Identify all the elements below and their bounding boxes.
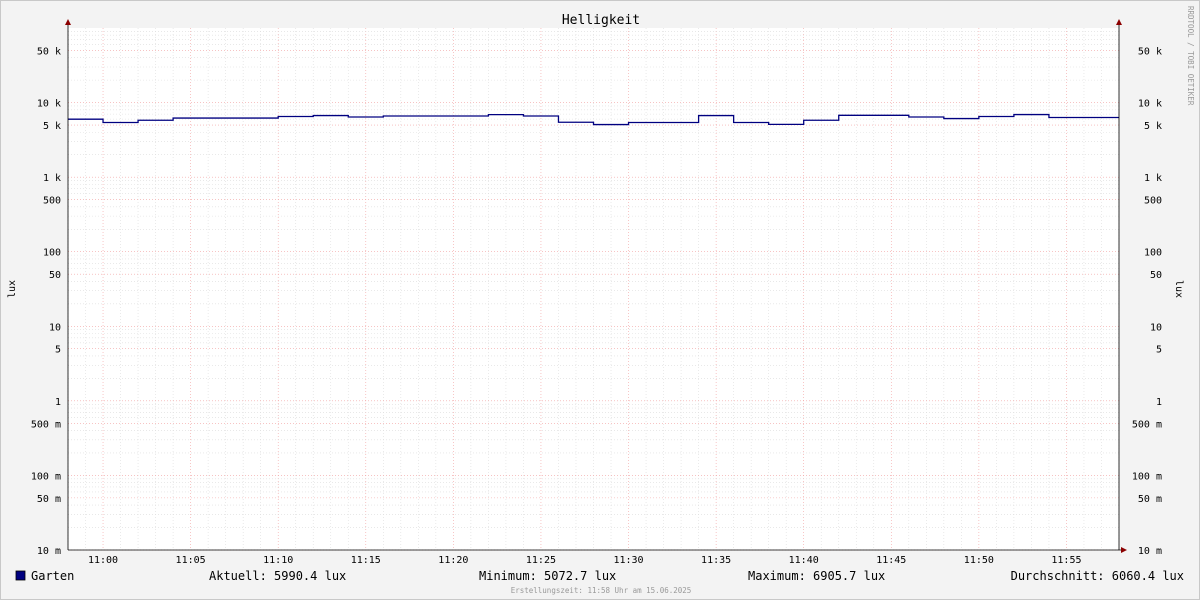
x-tick-label: 11:50	[964, 555, 994, 566]
y-tick-label-left: 5	[55, 345, 61, 356]
brightness-chart: 50 k 10 k 5 k 1 k 500 100 50 10 5 1 500 m 100 m 50 m…	[7, 6, 1195, 595]
x-tick-label: 11:30	[613, 555, 643, 566]
y-tick-label-right: 100	[1144, 248, 1162, 259]
watermark: RRDTOOL / TOBI OETIKER	[1186, 6, 1195, 106]
y-tick-label-right: 50 m	[1138, 494, 1162, 505]
legend-average: Durchschnitt: 6060.4 lux	[1011, 569, 1184, 583]
x-tick-label: 11:10	[263, 555, 293, 566]
x-tick-label: 11:05	[176, 555, 206, 566]
x-tick-label: 11:55	[1051, 555, 1081, 566]
chart-title: Helligkeit	[562, 13, 640, 28]
y-tick-label-right: 10 k	[1138, 99, 1162, 110]
y-axis-arrow-left	[65, 19, 71, 25]
x-tick-label: 11:45	[876, 555, 906, 566]
y-ticks-right: 50 k 10 k 5 k 1 k 500 100 50 10 5 1 500 m 100 m 50 m…	[1132, 46, 1162, 557]
y-tick-label-right: 50	[1150, 270, 1162, 281]
y-tick-label-right: 50 k	[1138, 46, 1162, 57]
y-tick-label-right: 10 m	[1138, 546, 1162, 557]
y-tick-label-left: 10 m	[37, 546, 61, 557]
y-tick-label-right: 500 m	[1132, 419, 1162, 430]
y-tick-label-left: 1 k	[43, 173, 61, 184]
y-tick-label-right: 10	[1150, 322, 1162, 333]
x-tick-label: 11:40	[789, 555, 819, 566]
y-tick-label-left: 1	[55, 397, 61, 408]
x-tick-label: 11:00	[88, 555, 118, 566]
y-tick-label-left: 5 k	[43, 121, 61, 132]
x-tick-label: 11:35	[701, 555, 731, 566]
x-ticks: 11:00 11:05 11:10 11:15 11:20 11:25 11:30 11:35…	[88, 555, 1082, 566]
y-tick-label-right: 500	[1144, 196, 1162, 207]
legend-swatch-garten	[15, 570, 26, 581]
chart-frame: 50 k 10 k 5 k 1 k 500 100 50 10 5 1 500 m 100 m 50 m…	[0, 0, 1200, 600]
footer-creation-time: Erstellungszeit: 11:58 Uhr am 15.06.2025	[511, 586, 692, 595]
y-tick-label-left: 100	[43, 248, 61, 259]
y-tick-label-left: 500	[43, 196, 61, 207]
legend-minimum: Minimum: 5072.7 lux	[479, 569, 616, 583]
legend-current: Aktuell: 5990.4 lux	[209, 569, 346, 583]
y-axis-label-left: lux	[7, 280, 18, 298]
y-tick-label-left: 50 k	[37, 46, 61, 57]
y-axis-label-right: lux	[1173, 280, 1184, 298]
y-tick-label-right: 100 m	[1132, 471, 1162, 482]
x-axis-arrow	[1121, 547, 1127, 553]
y-tick-label-left: 10	[49, 322, 61, 333]
y-tick-label-left: 500 m	[31, 419, 61, 430]
y-tick-label-left: 50 m	[37, 494, 61, 505]
x-tick-label: 11:20	[438, 555, 468, 566]
y-axis-arrow-right	[1116, 19, 1122, 25]
y-tick-label-right: 5 k	[1144, 121, 1162, 132]
y-ticks-left: 50 k 10 k 5 k 1 k 500 100 50 10 5 1 500 m 100 m 50 m…	[31, 46, 61, 557]
legend-series-name: Garten	[31, 569, 74, 583]
legend-maximum: Maximum: 6905.7 lux	[748, 569, 885, 583]
x-tick-label: 11:15	[351, 555, 381, 566]
y-tick-label-left: 100 m	[31, 471, 61, 482]
x-tick-label: 11:25	[526, 555, 556, 566]
y-tick-label-right: 5	[1156, 345, 1162, 356]
y-tick-label-right: 1	[1156, 397, 1162, 408]
y-tick-label-right: 1 k	[1144, 173, 1162, 184]
y-tick-label-left: 10 k	[37, 99, 61, 110]
y-tick-label-left: 50	[49, 270, 61, 281]
